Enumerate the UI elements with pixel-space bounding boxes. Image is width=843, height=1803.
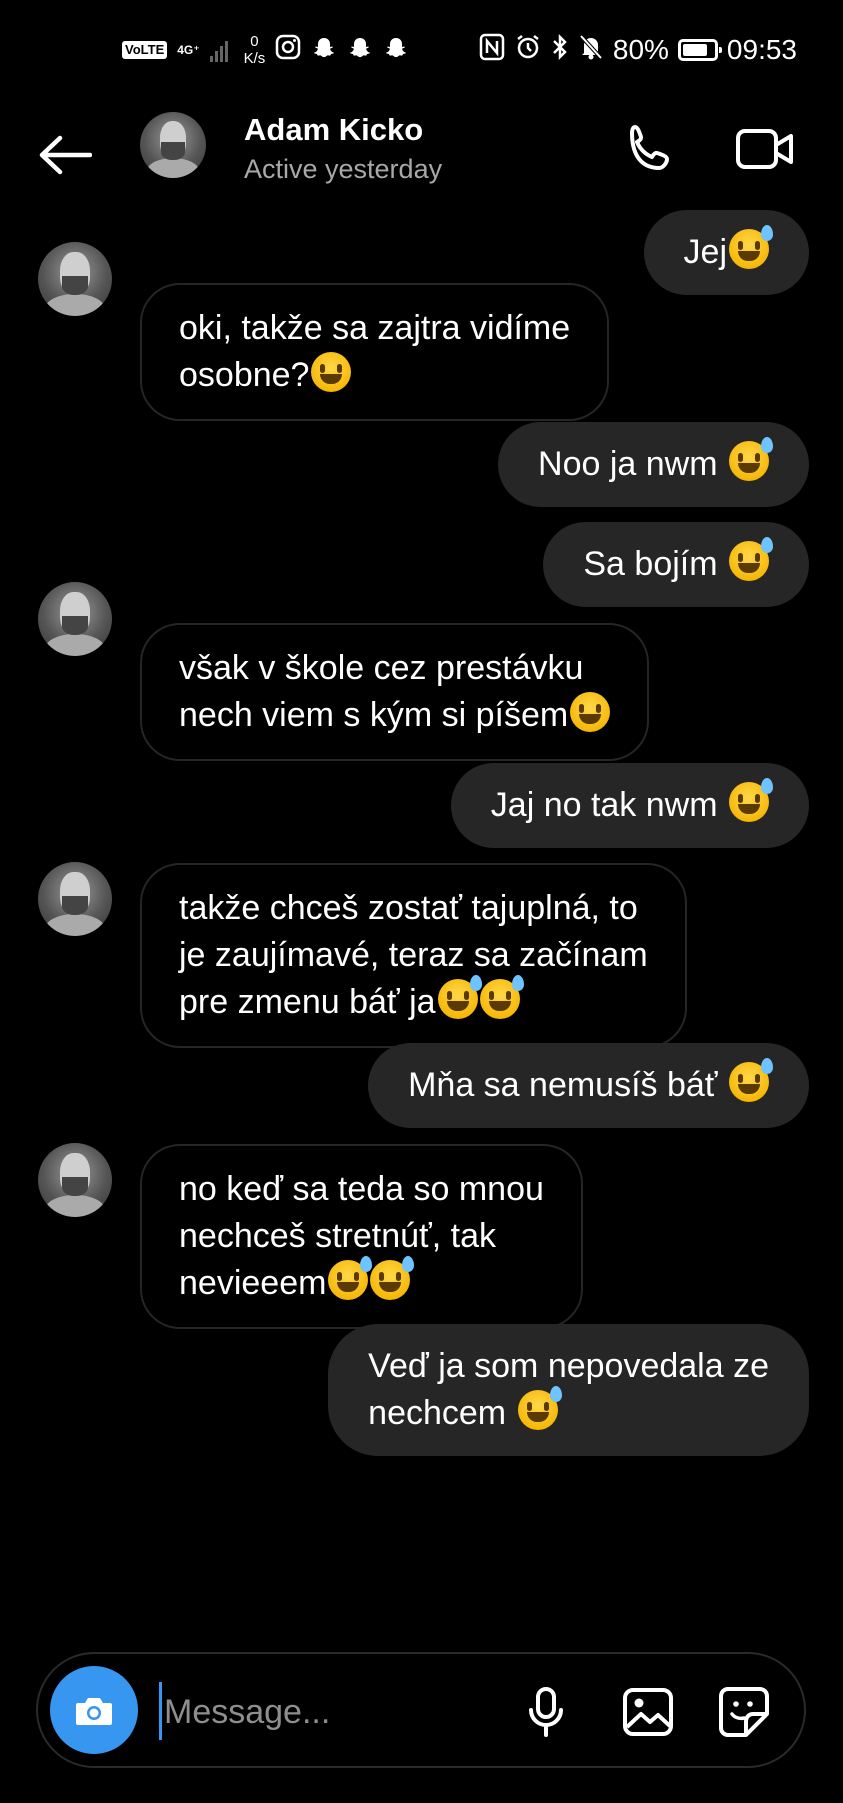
incoming-message[interactable]: no keď sa teda so mnou nechceš stretnúť, … (140, 1144, 583, 1329)
video-camera-icon (736, 129, 793, 169)
contact-avatar[interactable] (140, 112, 206, 178)
message-text: Sa bojím (583, 545, 727, 583)
message-list[interactable]: Jej oki, takže sa zajtra vidíme osobne? Noo… (0, 200, 843, 1630)
message-text: však v škole cez prestávku (179, 649, 584, 687)
speed-unit: K/s (243, 50, 266, 67)
sender-avatar[interactable] (38, 1143, 112, 1217)
chat-screen: VoLTE 4G⁺ 0 K/s 80% 09:53 Adam Kicko Act… (0, 0, 843, 1803)
sweat-smile-emoji-icon (729, 225, 773, 269)
snapchat-icon (383, 35, 409, 66)
contact-name[interactable]: Adam Kicko (244, 112, 423, 148)
outgoing-message[interactable]: Noo ja nwm (498, 422, 809, 507)
incoming-message[interactable]: oki, takže sa zajtra vidíme osobne? (140, 283, 610, 421)
alarm-icon (514, 33, 542, 68)
network-type: 4G⁺ (177, 43, 200, 57)
snapchat-icon (311, 35, 337, 66)
phone-icon (630, 125, 669, 170)
message-text: oki, takže sa zajtra vidíme (179, 309, 571, 347)
sweat-smile-emoji-icon (729, 1058, 773, 1102)
message-text: nechceš stretnúť, tak (179, 1217, 497, 1255)
message-composer (36, 1652, 806, 1768)
sender-avatar[interactable] (38, 582, 112, 656)
voice-call-button[interactable] (618, 116, 684, 182)
message-text: je zaujímavé, teraz sa začínam (179, 936, 648, 974)
sweat-smile-emoji-icon (517, 1386, 562, 1430)
battery-icon (677, 39, 722, 61)
mute-icon (578, 33, 604, 68)
sweat-smile-emoji-icon (370, 1256, 415, 1300)
snapchat-icon (347, 35, 373, 66)
incoming-message[interactable]: však v škole cez prestávku nech viem s ký… (140, 623, 650, 761)
camera-button[interactable] (50, 1666, 138, 1754)
battery-percent: 80% (612, 34, 669, 65)
message-text: Jej (683, 233, 727, 271)
volte-indicator: VoLTE (122, 41, 168, 59)
nfc-icon (479, 33, 505, 68)
arrow-left-icon (39, 135, 92, 175)
voice-message-button[interactable] (516, 1682, 576, 1742)
network-speed: 0 K/s (244, 33, 266, 67)
sweat-smile-emoji-icon (729, 778, 773, 822)
outgoing-message[interactable]: Veď ja som nepovedala ze nechcem (328, 1324, 809, 1456)
contact-status: Active yesterday (244, 154, 443, 184)
sticker-icon (719, 1687, 769, 1737)
video-call-button[interactable] (730, 116, 800, 182)
message-text: takže chceš zostať tajuplná, to (179, 889, 638, 927)
sweat-smile-emoji-icon (328, 1256, 373, 1300)
sweat-smile-emoji-icon (729, 537, 773, 581)
back-button[interactable] (30, 120, 100, 190)
outgoing-message[interactable]: Jej (643, 210, 809, 295)
sticker-button[interactable] (714, 1682, 774, 1742)
sweat-smile-emoji-icon (437, 975, 482, 1019)
battery-level (682, 44, 707, 56)
sender-avatar[interactable] (38, 242, 112, 316)
bluetooth-icon (551, 33, 569, 68)
signal-icon (209, 38, 228, 62)
instagram-icon (275, 34, 301, 66)
incoming-message[interactable]: takže chceš zostať tajuplná, to je zaujím… (140, 863, 687, 1048)
outgoing-message[interactable]: Jaj no tak nwm (450, 763, 809, 848)
sweat-smile-emoji-icon (729, 437, 773, 481)
camera-icon (76, 1698, 112, 1725)
message-text: Jaj no tak nwm (490, 786, 727, 824)
message-text: Noo ja nwm (538, 445, 727, 483)
speed-value: 0 (250, 33, 259, 50)
message-text: Veď ja som nepovedala ze (368, 1347, 769, 1385)
outgoing-message[interactable]: Sa bojím (543, 522, 809, 607)
smiley-emoji-icon (570, 692, 611, 732)
message-text: no keď sa teda so mnou (179, 1170, 544, 1208)
smiley-emoji-icon (311, 352, 352, 392)
clock: 09:53 (726, 34, 797, 65)
sender-avatar[interactable] (38, 862, 112, 936)
message-text: osobne? (179, 356, 310, 394)
sweat-smile-emoji-icon (479, 975, 524, 1019)
message-text: nech viem s kým si píšem (179, 696, 569, 734)
message-text: nevieeem (179, 1264, 327, 1302)
status-right: 80% 09:53 (479, 30, 797, 70)
message-text: Mňa sa nemusíš báť (408, 1066, 727, 1104)
message-input[interactable] (162, 1684, 546, 1740)
microphone-icon (529, 1687, 563, 1737)
gallery-button[interactable] (618, 1682, 678, 1742)
chat-header: Adam Kicko Active yesterday (0, 100, 843, 210)
status-bar: VoLTE 4G⁺ 0 K/s 80% 09:53 (0, 0, 843, 100)
status-left: VoLTE 4G⁺ 0 K/s (122, 30, 409, 70)
outgoing-message[interactable]: Mňa sa nemusíš báť (368, 1043, 809, 1128)
image-icon (623, 1688, 673, 1736)
message-text: nechcem (368, 1394, 516, 1432)
message-text: pre zmenu báť ja (179, 983, 436, 1021)
